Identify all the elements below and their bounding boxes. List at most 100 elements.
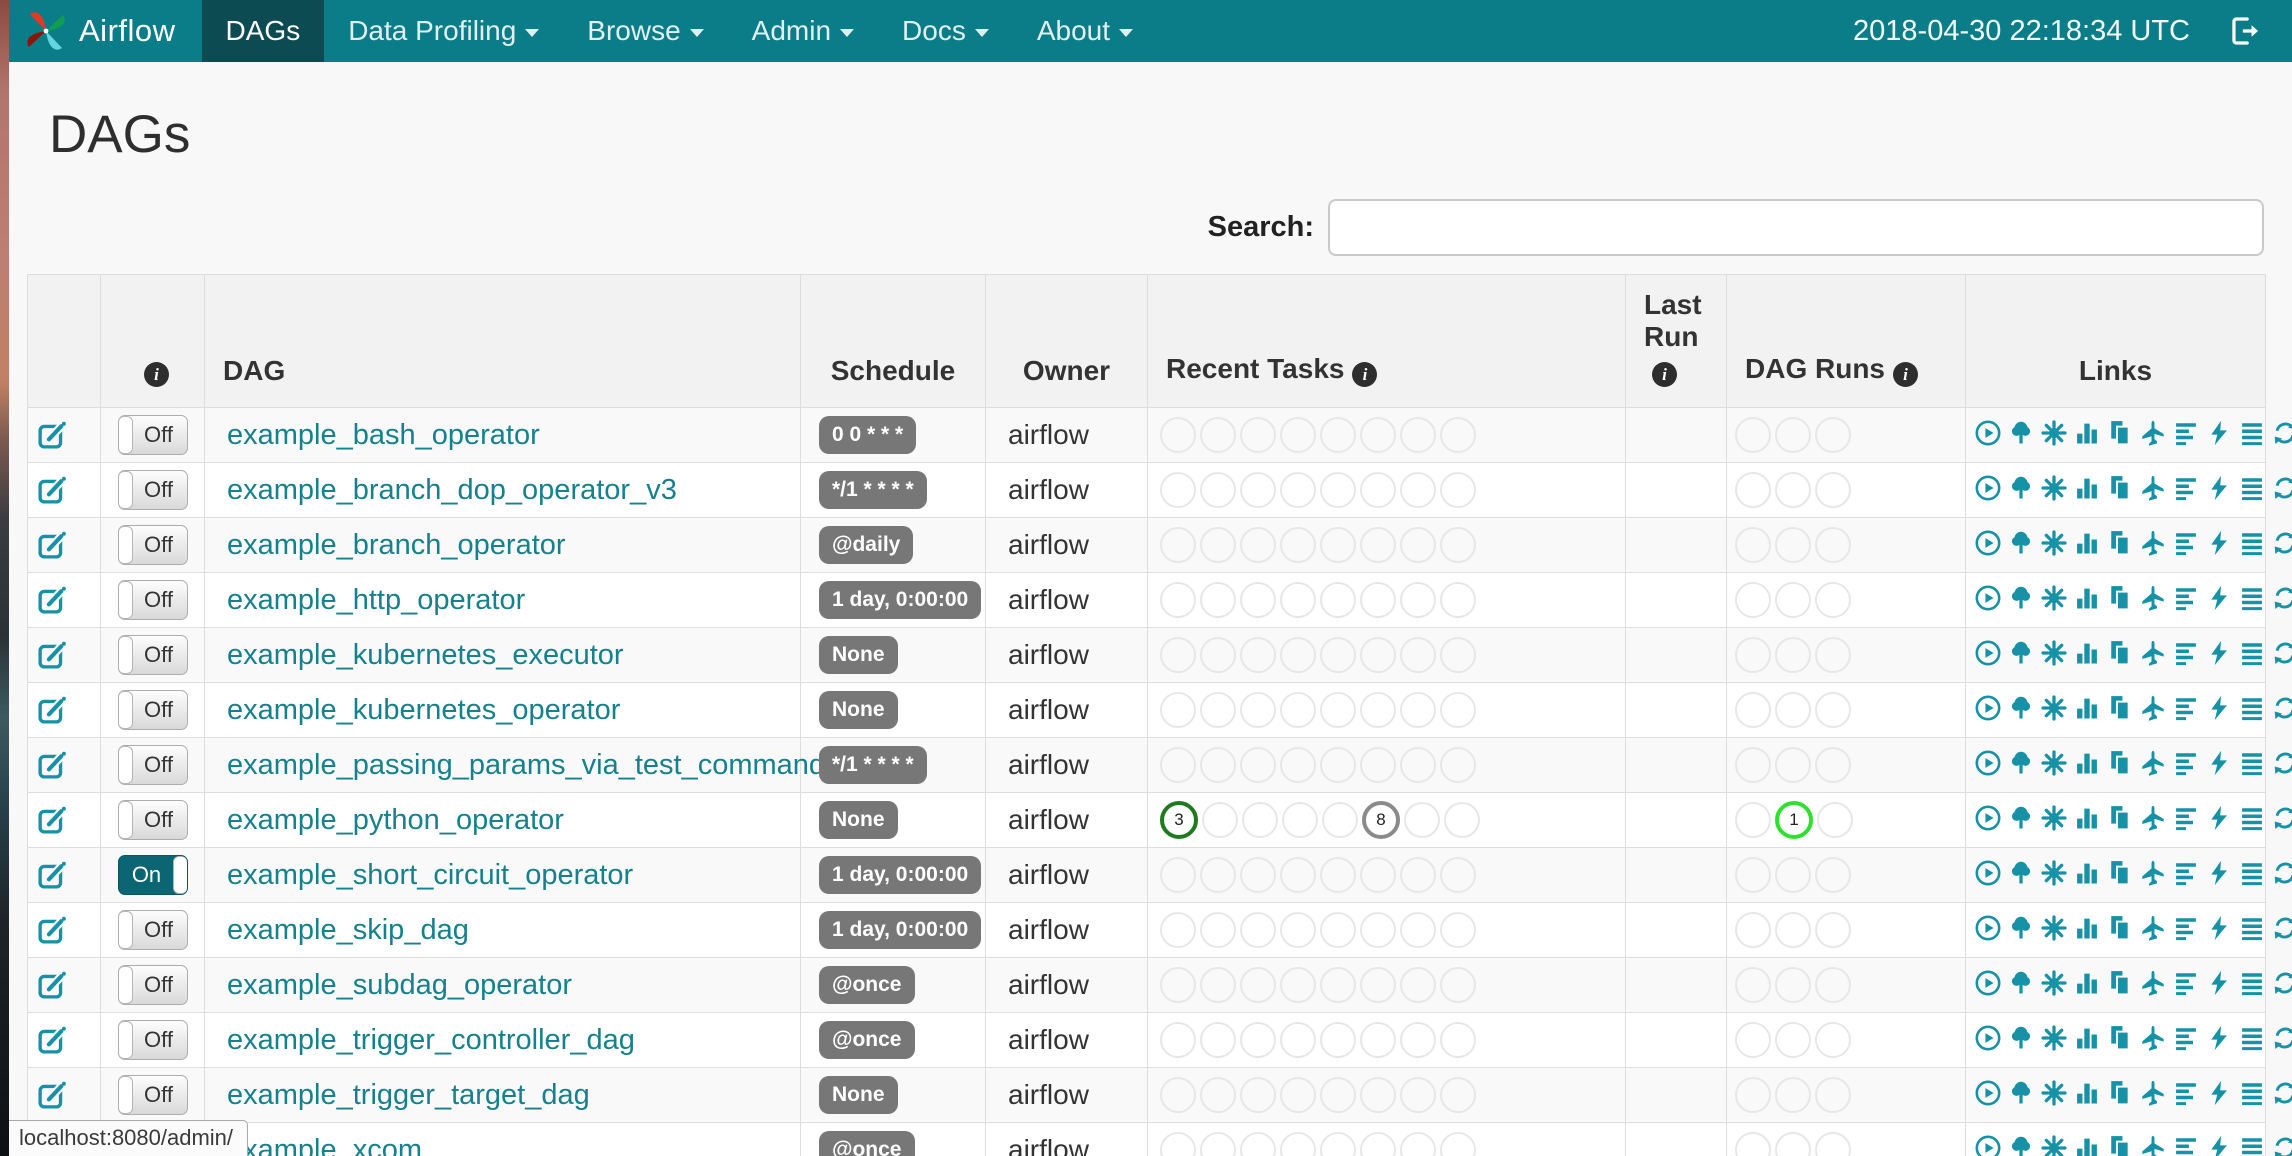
schedule-badge[interactable]: None <box>819 1076 898 1114</box>
tree-view-icon[interactable] <box>2007 1134 2035 1156</box>
edit-dag-icon[interactable] <box>36 695 92 726</box>
search-input[interactable] <box>1328 199 2264 256</box>
tree-view-icon[interactable] <box>2007 914 2035 942</box>
landing-times-icon[interactable] <box>2139 914 2167 942</box>
dag-run-circle-count[interactable]: 1 <box>1775 801 1813 839</box>
code-icon[interactable] <box>2205 639 2233 667</box>
task-duration-icon[interactable] <box>2073 419 2101 447</box>
dag-name-link[interactable]: example_trigger_target_dag <box>227 1079 590 1111</box>
edit-dag-icon[interactable] <box>36 640 92 671</box>
task-state-circle-count[interactable]: 3 <box>1160 801 1198 839</box>
edit-dag-icon[interactable] <box>36 475 92 506</box>
gantt-icon[interactable] <box>2172 1134 2200 1156</box>
logs-icon[interactable] <box>2238 529 2266 557</box>
trigger-dag-icon[interactable] <box>1974 694 2002 722</box>
gantt-icon[interactable] <box>2172 639 2200 667</box>
schedule-badge[interactable]: 1 day, 0:00:00 <box>819 581 982 619</box>
graph-view-icon[interactable] <box>2040 914 2068 942</box>
graph-view-icon[interactable] <box>2040 1024 2068 1052</box>
schedule-badge[interactable]: @once <box>819 966 915 1004</box>
graph-view-icon[interactable] <box>2040 694 2068 722</box>
dag-name-link[interactable]: example_branch_dop_operator_v3 <box>227 474 677 506</box>
graph-view-icon[interactable] <box>2040 859 2068 887</box>
code-icon[interactable] <box>2205 749 2233 777</box>
task-tries-icon[interactable] <box>2106 1024 2134 1052</box>
code-icon[interactable] <box>2205 914 2233 942</box>
task-duration-icon[interactable] <box>2073 1079 2101 1107</box>
nav-item-about[interactable]: About <box>1013 0 1157 62</box>
edit-dag-icon[interactable] <box>36 860 92 891</box>
dag-name-link[interactable]: example_short_circuit_operator <box>227 859 633 891</box>
dag-name-link[interactable]: example_subdag_operator <box>227 969 572 1001</box>
edit-dag-icon[interactable] <box>36 585 92 616</box>
gantt-icon[interactable] <box>2172 584 2200 612</box>
graph-view-icon[interactable] <box>2040 419 2068 447</box>
task-tries-icon[interactable] <box>2106 1134 2134 1156</box>
pause-toggle[interactable]: Off <box>117 1075 188 1115</box>
tree-view-icon[interactable] <box>2007 639 2035 667</box>
task-duration-icon[interactable] <box>2073 969 2101 997</box>
pause-toggle[interactable]: Off <box>117 470 188 510</box>
refresh-icon[interactable] <box>2271 749 2292 777</box>
graph-view-icon[interactable] <box>2040 749 2068 777</box>
pause-toggle[interactable]: Off <box>117 800 188 840</box>
logs-icon[interactable] <box>2238 1079 2266 1107</box>
gantt-icon[interactable] <box>2172 694 2200 722</box>
task-duration-icon[interactable] <box>2073 694 2101 722</box>
code-icon[interactable] <box>2205 859 2233 887</box>
edit-dag-icon[interactable] <box>36 805 92 836</box>
tree-view-icon[interactable] <box>2007 694 2035 722</box>
landing-times-icon[interactable] <box>2139 859 2167 887</box>
pause-toggle[interactable]: On <box>117 855 188 895</box>
task-duration-icon[interactable] <box>2073 639 2101 667</box>
code-icon[interactable] <box>2205 419 2233 447</box>
landing-times-icon[interactable] <box>2139 1024 2167 1052</box>
graph-view-icon[interactable] <box>2040 529 2068 557</box>
trigger-dag-icon[interactable] <box>1974 749 2002 777</box>
edit-dag-icon[interactable] <box>36 530 92 561</box>
graph-view-icon[interactable] <box>2040 1079 2068 1107</box>
landing-times-icon[interactable] <box>2139 969 2167 997</box>
trigger-dag-icon[interactable] <box>1974 1024 2002 1052</box>
refresh-icon[interactable] <box>2271 694 2292 722</box>
pause-toggle[interactable]: Off <box>117 580 188 620</box>
task-tries-icon[interactable] <box>2106 914 2134 942</box>
edit-dag-icon[interactable] <box>36 1080 92 1111</box>
pause-toggle[interactable]: Off <box>117 745 188 785</box>
pause-toggle[interactable]: Off <box>117 965 188 1005</box>
tree-view-icon[interactable] <box>2007 749 2035 777</box>
tree-view-icon[interactable] <box>2007 859 2035 887</box>
dag-name-link[interactable]: example_kubernetes_executor <box>227 639 624 671</box>
schedule-badge[interactable]: 1 day, 0:00:00 <box>819 911 982 949</box>
task-tries-icon[interactable] <box>2106 859 2134 887</box>
nav-item-dags[interactable]: DAGs <box>201 0 325 62</box>
gantt-icon[interactable] <box>2172 969 2200 997</box>
logs-icon[interactable] <box>2238 1134 2266 1156</box>
code-icon[interactable] <box>2205 1134 2233 1156</box>
edit-dag-icon[interactable] <box>36 420 92 451</box>
task-tries-icon[interactable] <box>2106 694 2134 722</box>
dag-name-link[interactable]: example_passing_params_via_test_command <box>227 749 825 781</box>
nav-item-docs[interactable]: Docs <box>878 0 1013 62</box>
trigger-dag-icon[interactable] <box>1974 419 2002 447</box>
trigger-dag-icon[interactable] <box>1974 914 2002 942</box>
edit-dag-icon[interactable] <box>36 750 92 781</box>
task-tries-icon[interactable] <box>2106 419 2134 447</box>
schedule-badge[interactable]: */1 * * * * <box>819 746 927 784</box>
dag-name-link[interactable]: example_bash_operator <box>227 419 540 451</box>
schedule-badge[interactable]: None <box>819 691 898 729</box>
logs-icon[interactable] <box>2238 969 2266 997</box>
nav-item-browse[interactable]: Browse <box>563 0 727 62</box>
refresh-icon[interactable] <box>2271 1024 2292 1052</box>
task-tries-icon[interactable] <box>2106 804 2134 832</box>
logs-icon[interactable] <box>2238 694 2266 722</box>
pause-toggle[interactable]: Off <box>117 910 188 950</box>
schedule-badge[interactable]: None <box>819 636 898 674</box>
task-duration-icon[interactable] <box>2073 1134 2101 1156</box>
task-tries-icon[interactable] <box>2106 969 2134 997</box>
refresh-icon[interactable] <box>2271 969 2292 997</box>
task-tries-icon[interactable] <box>2106 529 2134 557</box>
landing-times-icon[interactable] <box>2139 419 2167 447</box>
landing-times-icon[interactable] <box>2139 584 2167 612</box>
tree-view-icon[interactable] <box>2007 419 2035 447</box>
